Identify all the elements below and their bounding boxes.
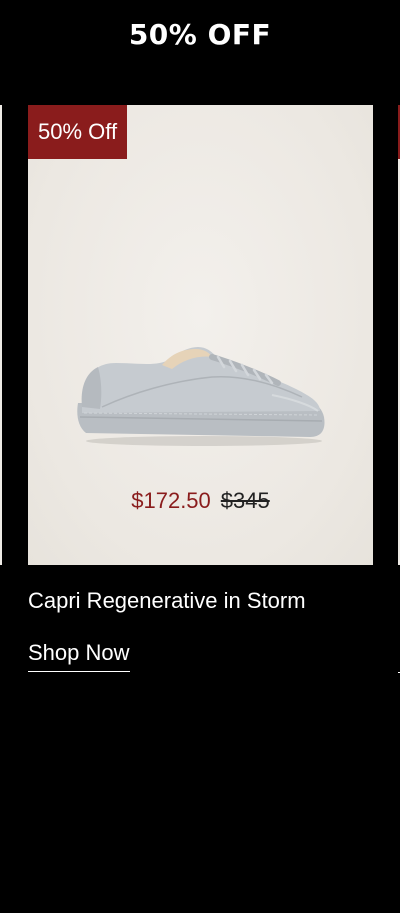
sale-price: $172.50: [131, 488, 211, 513]
price-row: $172.50 $345: [28, 487, 373, 515]
previous-product-card-peek[interactable]: [0, 105, 2, 565]
product-carousel[interactable]: 50% Off $172.50 $345 Capri Regenerative …: [0, 105, 400, 705]
product-name[interactable]: Capri Regenerative in Storm: [28, 587, 306, 615]
page-title: 50% OFF: [128, 18, 272, 51]
shop-now-link[interactable]: Shop Now: [28, 639, 130, 672]
original-price: $345: [220, 488, 270, 513]
product-card[interactable]: 50% Off $172.50 $345 Capri Regenerative …: [28, 105, 373, 705]
sneaker-image: [77, 347, 325, 446]
product-image[interactable]: 50% Off $172.50 $345: [28, 105, 373, 565]
discount-badge: 50% Off: [28, 105, 128, 159]
